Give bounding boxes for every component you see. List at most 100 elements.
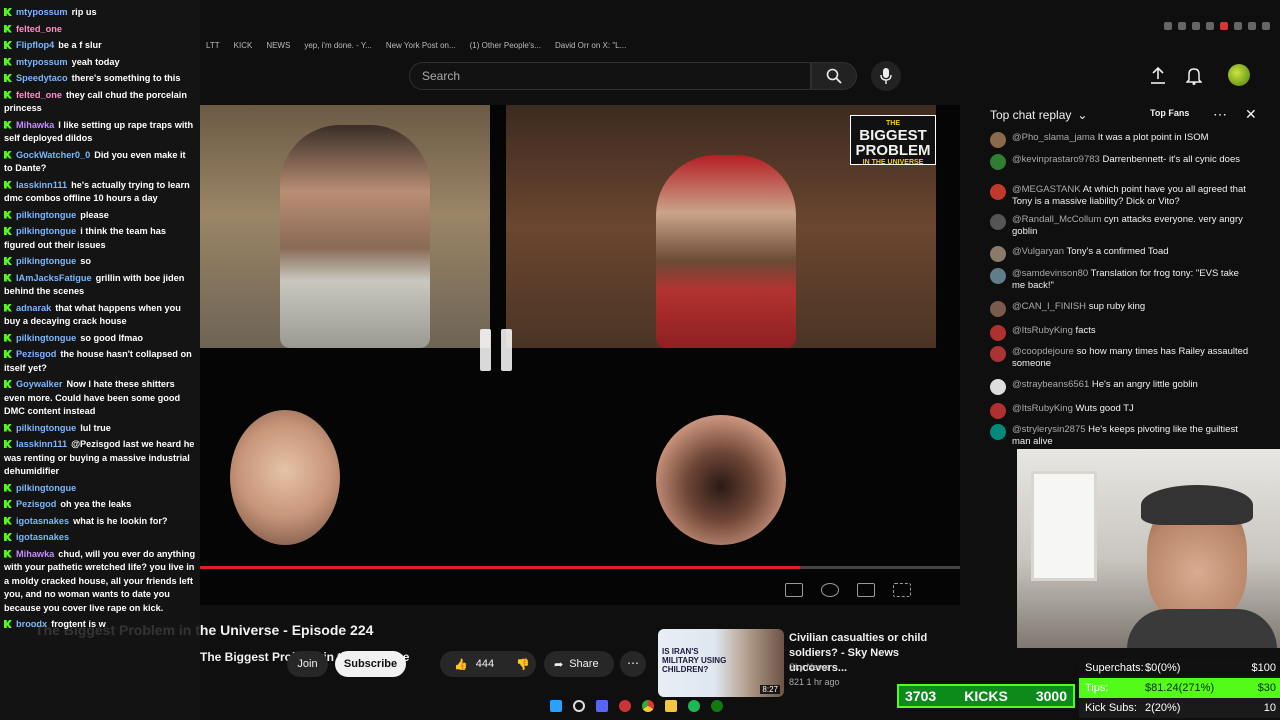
extension-icon[interactable] [1220,22,1228,30]
chat-message[interactable]: @Vulgaryan Tony's a confirmed Toad [990,246,1250,262]
search-icon[interactable] [573,700,585,712]
close-icon[interactable]: ✕ [1245,106,1257,123]
kick-chat-message: IAmJacksFatigue grillin with boe jiden be… [4,272,196,299]
settings-icon[interactable] [821,583,839,597]
bookmark[interactable]: (1) Other People's... [470,41,541,50]
kick-chat-message: Mihawka chud, will you ever do anything w… [4,548,196,616]
chat-message[interactable]: @strylerysin2875 He's keeps pivoting lik… [990,424,1250,448]
kick-username: Mihawka [16,119,55,130]
chat-mode-dropdown[interactable]: Top chat replay ⌄ [990,108,1087,122]
chat-message[interactable]: @ItsRubyKing Wuts good TJ [990,403,1250,419]
account-avatar[interactable] [1228,64,1250,86]
kick-username: lasskinn111 [16,179,68,190]
subscribe-button[interactable]: Subscribe [335,651,406,677]
chat-text: It was a plot point in ISOM [1097,132,1209,143]
chat-message[interactable]: @ItsRubyKing facts [990,325,1250,341]
bookmark[interactable]: LTT [206,41,220,50]
chat-message[interactable]: @samdevinson80 Translation for frog tony… [990,268,1250,292]
bookmark[interactable]: yep, i'm done. - Y... [304,41,372,50]
microphone-icon [880,68,892,84]
bookmark[interactable]: NEWS [266,41,290,50]
search-button[interactable] [811,62,857,90]
kick-username: pilkingtongue [16,332,77,343]
obs-icon[interactable] [619,700,631,712]
kick-subs-goal: Kick Subs: 2(20%) 10 [1079,698,1280,718]
extension-icon[interactable] [1262,22,1270,30]
kick-username: IAmJacksFatigue [16,272,92,283]
video-camera-feed-right: THE BIGGEST PROBLEM IN THE UNIVERSE [506,105,936,348]
fullscreen-icon[interactable] [893,583,911,597]
extension-icon[interactable] [1248,22,1256,30]
kick-badge-icon [4,210,12,219]
kick-badge-icon [4,41,12,49]
chat-avatar [990,132,1006,148]
extension-icon[interactable] [1178,22,1186,30]
chat-message[interactable]: @Pho_slama_jama It was a plot point in I… [990,132,1250,148]
extension-icon[interactable] [1164,22,1172,30]
kick-chat-message: mtypossum rip us [4,6,196,20]
chat-message[interactable]: @coopdejoure so how many times has Raile… [990,346,1250,370]
kick-message-text: oh yea the leaks [60,499,132,509]
bookmark[interactable]: David Orr on X: "L... [555,41,626,50]
kick-chat-message: lasskinn111 he's actually trying to learn… [4,179,196,206]
kick-badge-icon [4,380,12,388]
notifications-button[interactable] [1184,66,1204,86]
windows-start-icon[interactable] [550,700,562,712]
pause-button[interactable] [476,329,516,375]
discord-icon[interactable] [596,700,608,712]
kick-badge-icon [4,227,12,235]
chat-text: facts [1075,325,1096,336]
folder-icon[interactable] [665,700,677,712]
kick-username: felted_one [16,23,62,34]
kick-message-text: rip us [71,7,97,17]
kick-message-text: there's something to this [71,73,181,83]
share-button[interactable]: ➦ Share [544,651,614,677]
thumbs-down-icon[interactable]: 👎 [516,658,530,671]
chat-username: @ItsRubyKing [1012,403,1076,414]
upload-icon [1151,67,1165,84]
voice-search-button[interactable] [871,61,901,91]
upload-button[interactable] [1148,66,1168,86]
join-button[interactable]: Join [287,651,328,677]
chat-menu-icon[interactable]: ⋯ [1213,106,1227,123]
like-button[interactable]: 👍 444 👎 [440,651,536,677]
chat-username: @MEGASTANK [1012,184,1083,195]
chat-message[interactable]: @MEGASTANK At which point have you all a… [990,184,1250,208]
bookmark[interactable]: KICK [234,41,253,50]
kick-chat-overlay: mtypossum rip us felted_one Flipflop4 be a f… [0,0,200,720]
chat-message[interactable]: @CAN_I_FINISH sup ruby king [990,301,1250,317]
chat-avatar [990,184,1006,200]
chat-avatar [990,154,1006,170]
bookmark[interactable]: New York Post on... [386,41,456,50]
miniplayer-icon[interactable] [857,583,875,597]
search-input[interactable]: Search [409,62,811,90]
kick-chat-message: pilkingtongue lul true [4,422,196,436]
kick-chat-message: Mihawka I like setting up rape traps with… [4,119,196,146]
kick-username: felted_one [16,89,62,100]
like-count: 444 [475,658,495,670]
extension-icon[interactable] [1192,22,1200,30]
chat-message[interactable]: @kevinprastaro9783 Darrenbennett- it's a… [990,154,1250,170]
kick-badge-icon [4,483,12,492]
progress-bar[interactable] [200,566,960,569]
chat-message[interactable]: @straybeans6561 He's an angry little gob… [990,379,1250,395]
kick-badge-icon [4,120,12,129]
show-logo: THE BIGGEST PROBLEM IN THE UNIVERSE [850,115,936,166]
chat-avatar [990,346,1006,362]
xbox-icon[interactable] [711,700,723,712]
extension-icon[interactable] [1234,22,1242,30]
chat-message[interactable]: @Randall_McCollum cyn attacks everyone. … [990,214,1250,238]
recommended-channel[interactable]: Sky News [789,662,829,672]
extension-icon[interactable] [1206,22,1214,30]
kick-badge-icon [4,273,12,282]
kick-badge-icon [4,620,12,628]
recommended-thumbnail[interactable]: IS IRAN'S MILITARY USING CHILDREN? 8:27 [658,629,784,697]
more-actions-button[interactable]: ⋯ [620,651,646,677]
spotify-icon[interactable] [688,700,700,712]
chrome-icon[interactable] [642,700,654,712]
kick-chat-message: igotasnakes what is he lookin for? [4,515,196,529]
top-fans-badge[interactable]: Top Fans [1150,108,1189,118]
subtitles-icon[interactable] [785,583,803,597]
search-icon [826,68,842,84]
video-player[interactable]: THE BIGGEST PROBLEM IN THE UNIVERSE [200,105,960,605]
